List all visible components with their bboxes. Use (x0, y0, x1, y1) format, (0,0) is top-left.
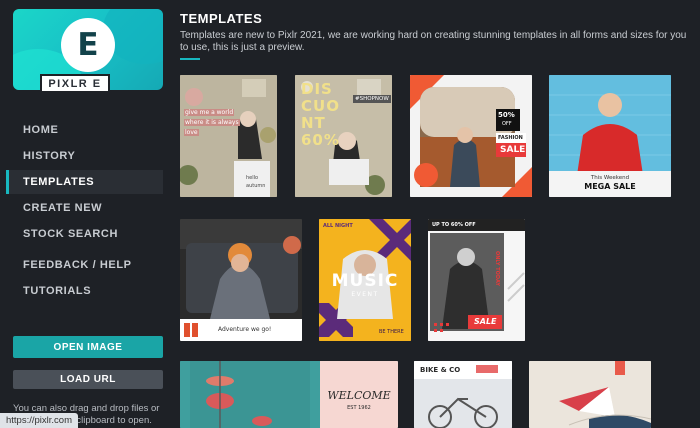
page-description: Templates are new to Pixlr 2021, we are … (180, 30, 687, 53)
sidebar-item-create-new[interactable]: CREATE NEW (6, 196, 163, 220)
logo-name: PIXLR E (40, 74, 110, 93)
template-text: give me a world (184, 109, 235, 116)
sidebar-item-tutorials[interactable]: TUTORIALS (6, 279, 163, 303)
template-text: DIS CUO NT 60% (301, 80, 340, 149)
template-text: hello (246, 175, 259, 181)
template-text: #SHOPNOW (353, 95, 391, 103)
template-text: 50% (498, 111, 515, 119)
template-thumbnail[interactable]: Adventure we go! (180, 219, 302, 341)
template-thumbnail[interactable]: give me a world where it is always love … (180, 75, 277, 197)
template-text: SALE (500, 145, 526, 155)
template-text: MUSIC (331, 271, 399, 291)
template-text: This Weekend (590, 175, 630, 181)
template-text: BIKE & CO (420, 366, 461, 374)
template-text: ALL NIGHT (323, 223, 353, 229)
template-text: love (184, 129, 199, 136)
template-text: OFF (502, 121, 512, 127)
template-thumbnail[interactable]: DIS CUO NT 60% #SHOPNOW (295, 75, 392, 197)
template-text: WELCOME (327, 389, 391, 402)
template-artwork (529, 361, 651, 428)
sidebar-item-stock-search[interactable]: STOCK SEARCH (6, 222, 163, 246)
main-content: TEMPLATES Templates are new to Pixlr 202… (170, 0, 700, 428)
template-text: EVENT (351, 291, 379, 298)
sidebar-item-templates[interactable]: TEMPLATES (6, 170, 163, 194)
sidebar-nav: HOME HISTORY TEMPLATES CREATE NEW STOCK … (6, 118, 163, 305)
title-underline (180, 58, 200, 60)
template-text: MEGA SALE (584, 182, 636, 191)
logo-circle: E (61, 18, 115, 72)
template-text: FASHION (498, 135, 523, 141)
template-thumbnail[interactable] (529, 361, 651, 428)
template-text: SALE (474, 317, 497, 326)
template-thumbnail[interactable]: WELCOME EST 1962 (180, 361, 398, 428)
load-url-button[interactable]: LOAD URL (13, 370, 163, 389)
template-text: ONLY TODAY (494, 251, 500, 287)
page-title: TEMPLATES (180, 11, 263, 26)
template-text: where it is always (184, 119, 240, 126)
sidebar: E PIXLR E HOME HISTORY TEMPLATES CREATE … (0, 0, 170, 428)
template-thumbnail[interactable]: 50% OFF FASHION SALE (410, 75, 532, 197)
template-text: autumn (246, 183, 266, 189)
template-thumbnail[interactable]: UP TO 60% OFF ONLY TODAY SALE (428, 219, 525, 341)
logo[interactable]: E PIXLR E (0, 0, 170, 104)
template-thumbnail[interactable]: BIKE & CO (414, 361, 512, 428)
template-text: Adventure we go! (218, 326, 272, 333)
template-artwork (180, 75, 277, 197)
sidebar-item-history[interactable]: HISTORY (6, 144, 163, 168)
template-thumbnail[interactable]: ALL NIGHT MUSIC EVENT BE THERE (319, 219, 411, 341)
template-text: EST 1962 (347, 405, 371, 411)
template-thumbnail[interactable]: This Weekend MEGA SALE (549, 75, 671, 197)
logo-letter: E (77, 27, 99, 63)
status-bar-url: https://pixlr.com (0, 413, 78, 428)
template-text: BE THERE (379, 329, 404, 335)
sidebar-item-feedback-help[interactable]: FEEDBACK / HELP (6, 253, 163, 277)
template-text: UP TO 60% OFF (432, 222, 476, 228)
open-image-button[interactable]: OPEN IMAGE (13, 336, 163, 358)
sidebar-item-home[interactable]: HOME (6, 118, 163, 142)
template-artwork (180, 219, 302, 341)
